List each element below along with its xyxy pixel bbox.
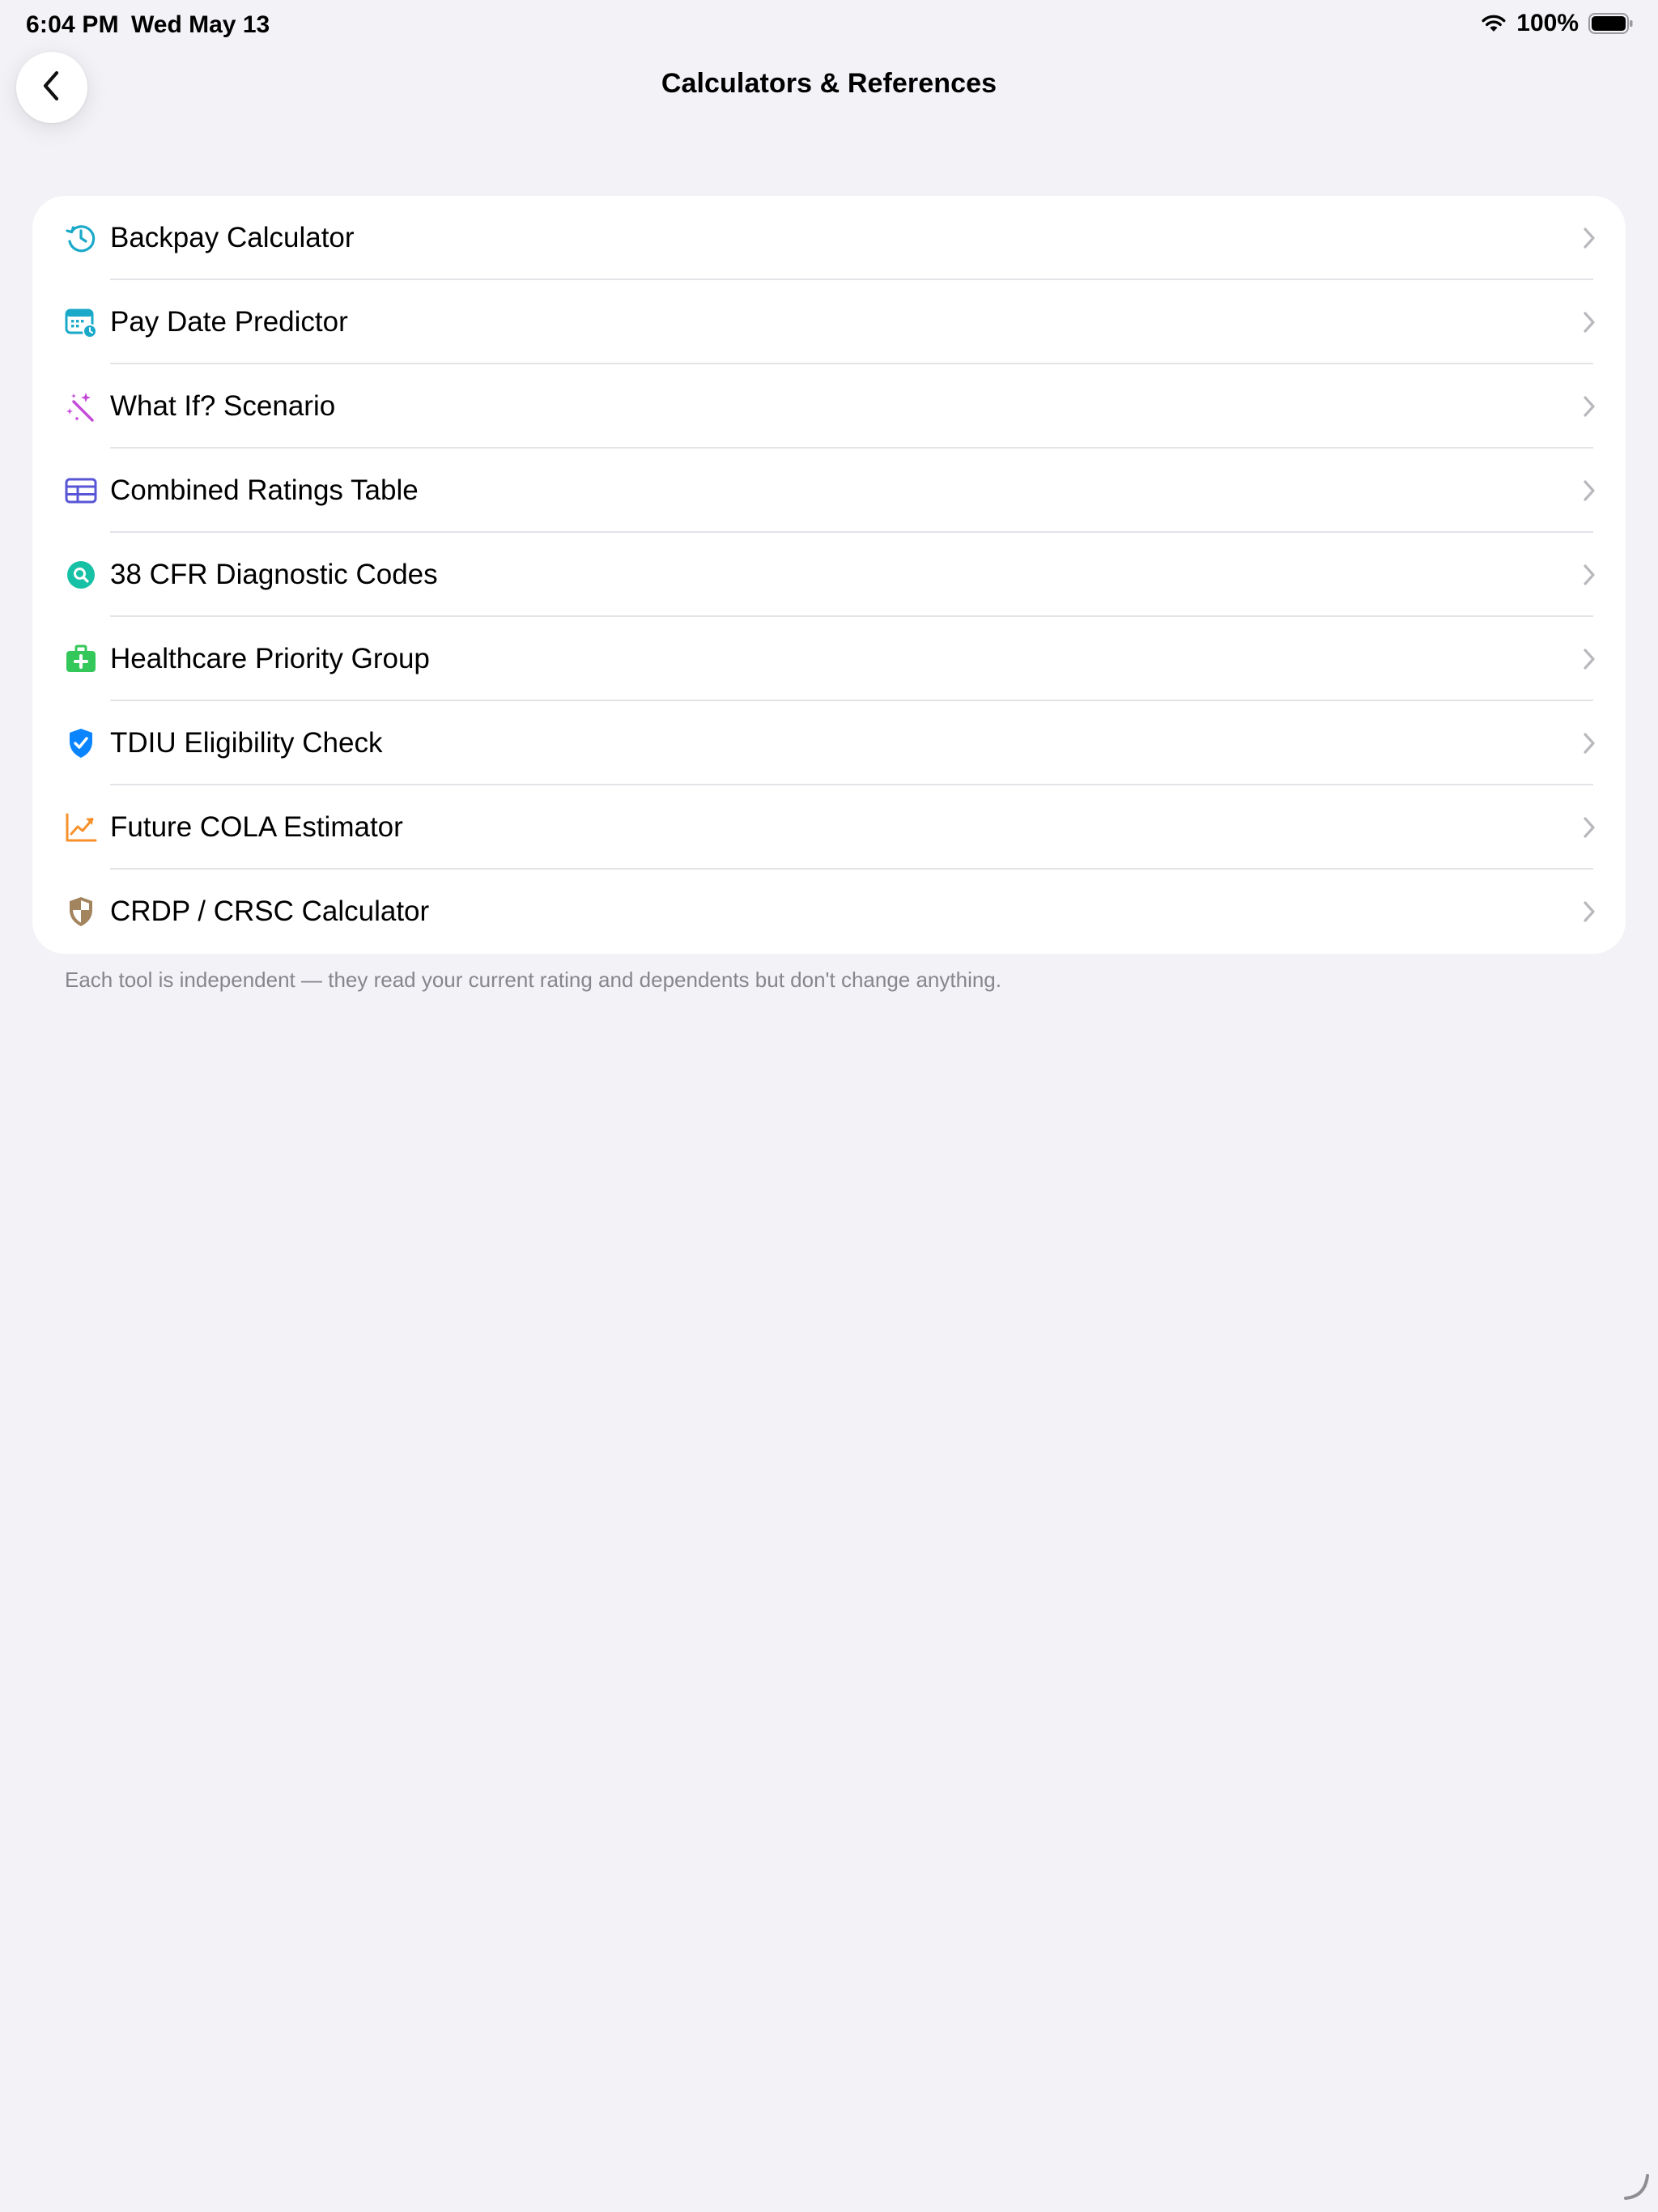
chevron-right-icon — [1582, 732, 1596, 759]
page-title: Calculators & References — [661, 68, 997, 99]
row-label: Pay Date Predictor — [110, 306, 348, 338]
row-label: TDIU Eligibility Check — [110, 727, 383, 759]
row-label: Future COLA Estimator — [110, 811, 403, 843]
tools-list: Backpay Calculator Pay Date Predictor Wh… — [32, 196, 1626, 954]
chevron-right-icon — [1582, 900, 1596, 927]
chevron-right-icon — [1582, 648, 1596, 674]
list-row-crdp-crsc-calculator[interactable]: CRDP / CRSC Calculator — [32, 870, 1626, 954]
list-row-combined-ratings-table[interactable]: Combined Ratings Table — [32, 449, 1626, 533]
checkmark-shield-icon — [65, 727, 97, 759]
table-icon — [65, 474, 97, 507]
list-row-healthcare-priority-group[interactable]: Healthcare Priority Group — [32, 617, 1626, 701]
row-label: 38 CFR Diagnostic Codes — [110, 559, 438, 590]
wifi-icon — [1481, 14, 1507, 33]
chevron-right-icon — [1582, 395, 1596, 422]
list-row-pay-date-predictor[interactable]: Pay Date Predictor — [32, 280, 1626, 364]
chevron-right-icon — [1582, 816, 1596, 843]
trend-up-icon — [65, 811, 97, 844]
split-shield-icon — [65, 895, 97, 928]
row-label: Backpay Calculator — [110, 222, 355, 253]
clock-history-icon — [65, 222, 97, 254]
status-date: Wed May 13 — [131, 11, 270, 38]
status-right: 100% — [1481, 10, 1634, 37]
list-row-future-cola-estimator[interactable]: Future COLA Estimator — [32, 785, 1626, 870]
status-bar: 6:04 PM Wed May 13 100% — [0, 0, 1658, 52]
resize-handle-icon[interactable] — [1622, 2172, 1652, 2206]
battery-percent: 100% — [1516, 10, 1579, 36]
footnote: Each tool is independent — they read you… — [65, 968, 1001, 992]
chevron-right-icon — [1582, 311, 1596, 338]
list-row-backpay-calculator[interactable]: Backpay Calculator — [32, 196, 1626, 280]
list-row-what-if-scenario[interactable]: What If? Scenario — [32, 364, 1626, 449]
medical-bag-icon — [65, 643, 97, 675]
battery-icon — [1588, 13, 1634, 34]
row-label: What If? Scenario — [110, 390, 336, 422]
row-label: Combined Ratings Table — [110, 474, 419, 506]
status-time: 6:04 PM — [26, 11, 119, 38]
list-row-38-cfr-diagnostic-codes[interactable]: 38 CFR Diagnostic Codes — [32, 533, 1626, 617]
row-label: CRDP / CRSC Calculator — [110, 895, 430, 927]
calendar-badge-icon — [65, 306, 97, 338]
chevron-right-icon — [1582, 227, 1596, 253]
chevron-right-icon — [1582, 564, 1596, 590]
chevron-right-icon — [1582, 479, 1596, 506]
magnifier-circle-icon — [65, 559, 97, 591]
magic-wand-icon — [65, 390, 97, 423]
row-label: Healthcare Priority Group — [110, 643, 430, 674]
list-row-tdiu-eligibility-check[interactable]: TDIU Eligibility Check — [32, 701, 1626, 785]
